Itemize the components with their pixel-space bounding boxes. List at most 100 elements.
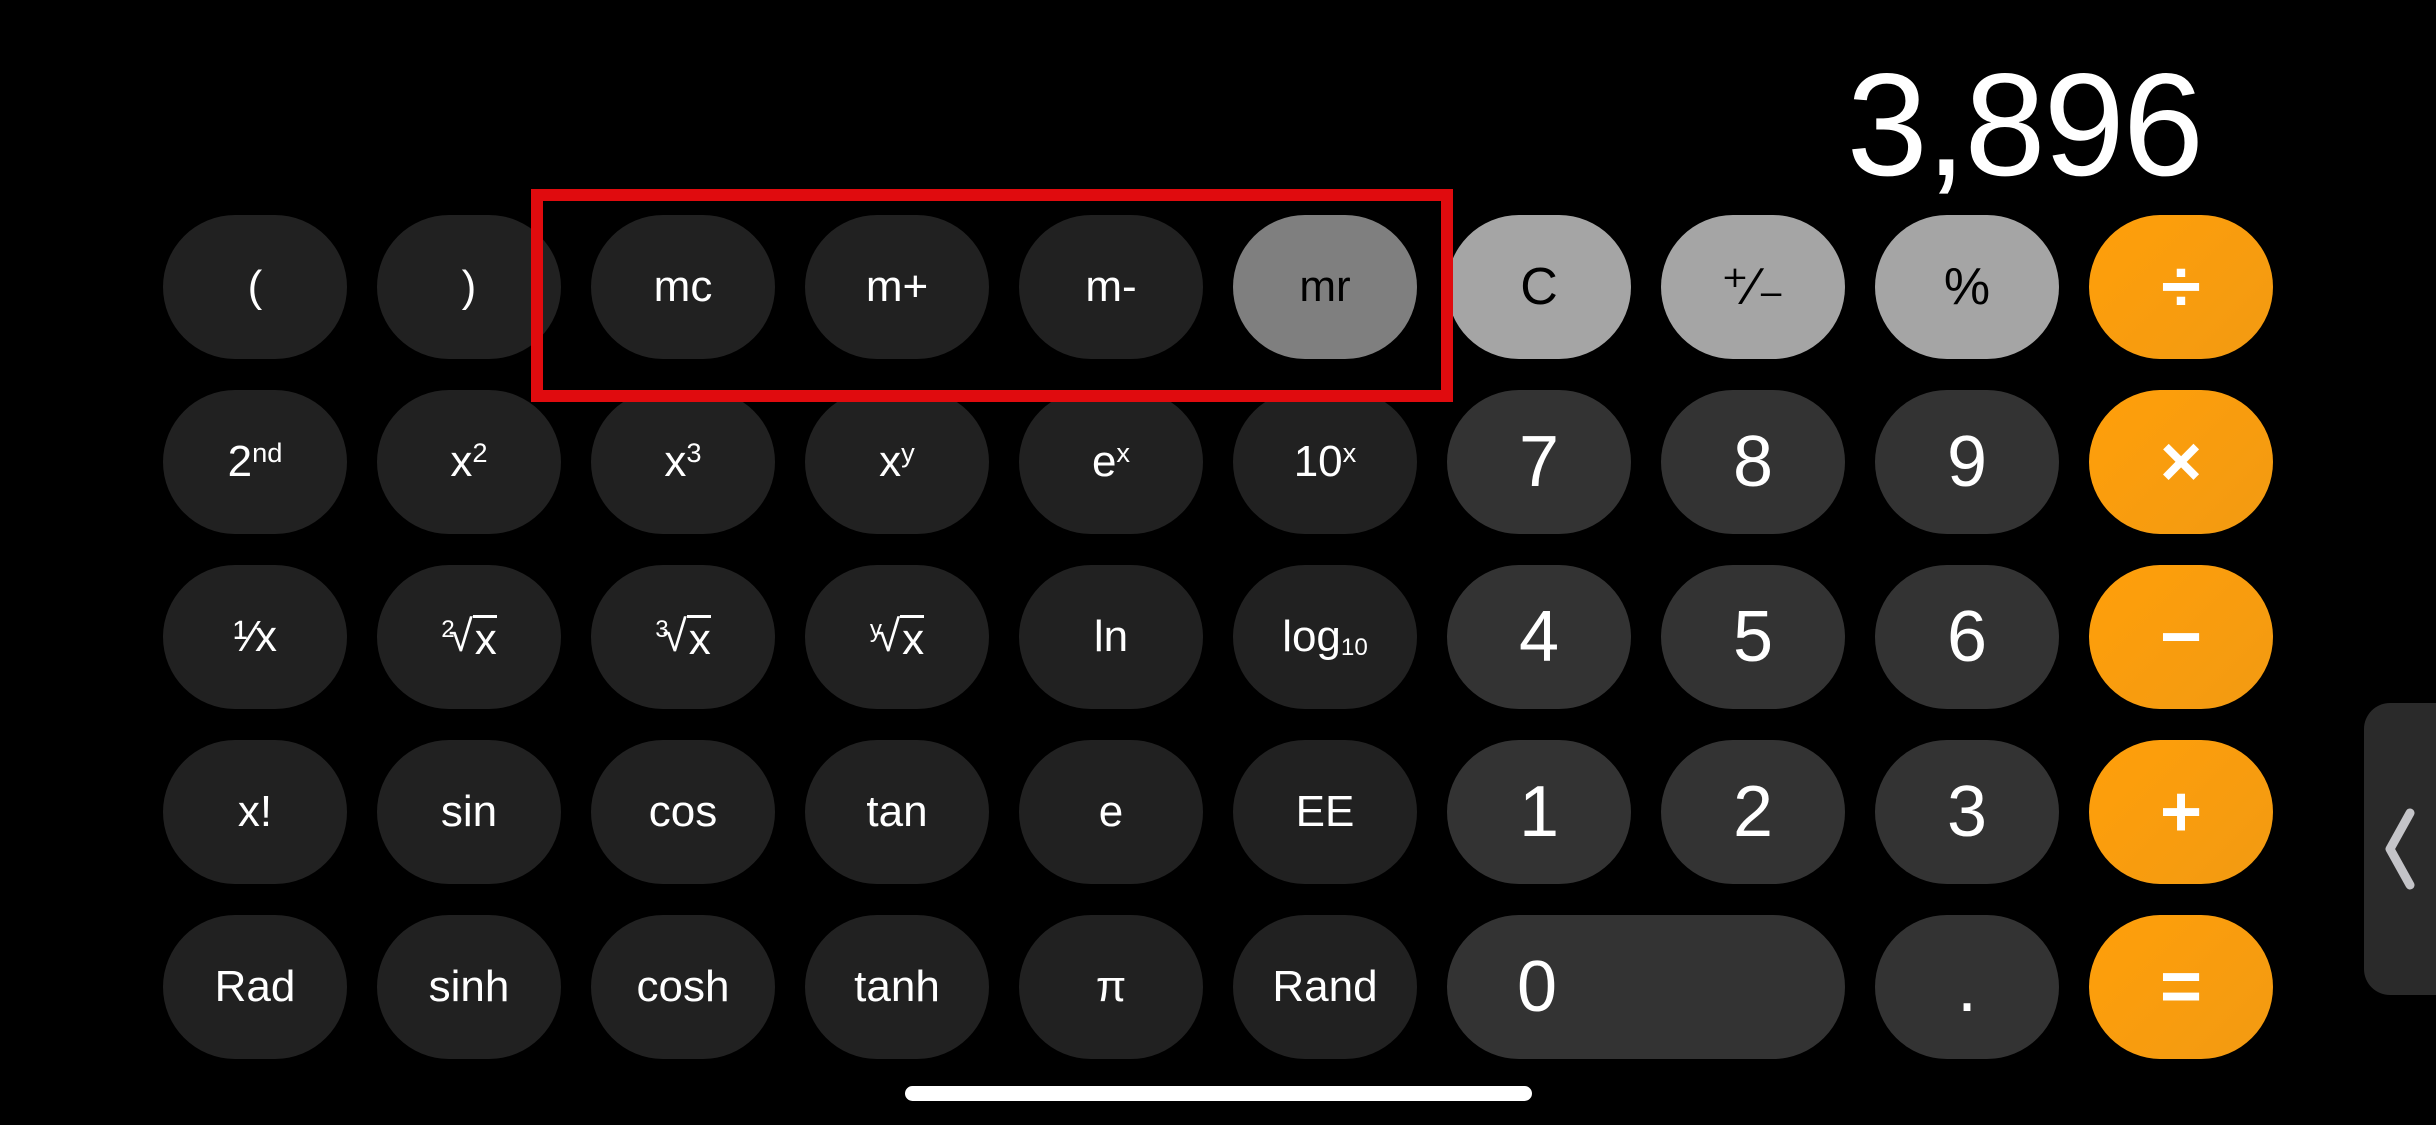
reciprocal-key[interactable]: ¹⁄x [163, 565, 347, 709]
decimal-label: . [1956, 947, 1977, 1027]
pi-key[interactable]: π [1019, 915, 1203, 1059]
tan-label: tan [866, 787, 928, 836]
close-paren-key[interactable]: ) [377, 215, 561, 359]
memory-clear-label: mc [653, 262, 713, 311]
memory-subtract-key[interactable]: m- [1019, 215, 1203, 359]
memory-recall-key[interactable]: mr [1233, 215, 1417, 359]
digit-5-label: 5 [1732, 597, 1774, 677]
sign-toggle-label: ⁺∕₋ [1721, 258, 1785, 316]
digit-3-label: 3 [1946, 772, 1988, 852]
percent-label: % [1943, 258, 1991, 316]
digit-5-key[interactable]: 5 [1661, 565, 1845, 709]
multiply-key[interactable]: × [2089, 390, 2273, 534]
tan-key[interactable]: tan [805, 740, 989, 884]
digit-6-label: 6 [1946, 597, 1988, 677]
sinh-label: sinh [428, 962, 510, 1011]
e-constant-key[interactable]: e [1019, 740, 1203, 884]
x-cubed-key[interactable]: x3 [591, 390, 775, 534]
cos-label: cos [648, 787, 718, 836]
second-function-key[interactable]: 2nd [163, 390, 347, 534]
add-key[interactable]: + [2089, 740, 2273, 884]
log10-base: log [1282, 612, 1341, 661]
square-root-key[interactable]: 2 √ x [377, 565, 561, 709]
memory-clear-key[interactable]: mc [591, 215, 775, 359]
rad-label: Rad [214, 962, 296, 1011]
reciprocal-label: ¹⁄x [233, 612, 277, 661]
y-root-key[interactable]: y √ x [805, 565, 989, 709]
digit-9-label: 9 [1946, 422, 1988, 502]
digit-0-label: 0 [1517, 947, 1558, 1027]
memory-recall-label: mr [1299, 262, 1351, 311]
digit-1-key[interactable]: 1 [1447, 740, 1631, 884]
sin-label: sin [440, 787, 498, 836]
multiply-icon: × [2159, 422, 2203, 502]
digit-2-key[interactable]: 2 [1661, 740, 1845, 884]
cosh-label: cosh [636, 962, 730, 1011]
memory-subtract-label: m- [1085, 262, 1137, 311]
divide-key[interactable]: ÷ [2089, 215, 2273, 359]
home-indicator[interactable] [905, 1086, 1532, 1101]
factorial-key[interactable]: x! [163, 740, 347, 884]
cube-root-key[interactable]: 3 √ x [591, 565, 775, 709]
digit-0-key[interactable]: 0 [1447, 915, 1845, 1059]
sin-key[interactable]: sin [377, 740, 561, 884]
digit-8-key[interactable]: 8 [1661, 390, 1845, 534]
tanh-key[interactable]: tanh [805, 915, 989, 1059]
second-base: 2 [227, 437, 253, 486]
sign-toggle-key[interactable]: ⁺∕₋ [1661, 215, 1845, 359]
x-squared-key[interactable]: x2 [377, 390, 561, 534]
digit-7-label: 7 [1518, 422, 1560, 502]
divide-icon: ÷ [2161, 247, 2201, 327]
x-pow-y-base: x [879, 437, 902, 486]
digit-4-label: 4 [1518, 597, 1560, 677]
cosh-key[interactable]: cosh [591, 915, 775, 1059]
digit-8-label: 8 [1732, 422, 1774, 502]
x-pow-y-key[interactable]: xy [805, 390, 989, 534]
digit-9-key[interactable]: 9 [1875, 390, 2059, 534]
open-paren-label: ( [247, 262, 263, 311]
ten-pow-x-base: 10 [1293, 437, 1343, 486]
rad-key[interactable]: Rad [163, 915, 347, 1059]
chevron-left-icon [2385, 808, 2415, 890]
sqrt-index: 2 [441, 615, 455, 643]
rand-key[interactable]: Rand [1233, 915, 1417, 1059]
digit-2-label: 2 [1732, 772, 1774, 852]
e-pow-x-base: e [1091, 437, 1117, 486]
tanh-label: tanh [854, 962, 940, 1011]
ln-label: ln [1093, 612, 1129, 661]
e-pow-x-key[interactable]: ex [1019, 390, 1203, 534]
ee-key[interactable]: EE [1233, 740, 1417, 884]
result-display: 3,896 [1846, 43, 2204, 206]
memory-add-label: m+ [865, 262, 929, 311]
subtract-key[interactable]: − [2089, 565, 2273, 709]
side-panel-handle[interactable] [2364, 703, 2436, 995]
close-paren-label: ) [461, 262, 477, 311]
minus-icon: − [2159, 597, 2203, 677]
clear-label: C [1520, 258, 1558, 316]
equals-key[interactable]: = [2089, 915, 2273, 1059]
percent-key[interactable]: % [1875, 215, 2059, 359]
x-squared-base: x [450, 437, 473, 486]
digit-6-key[interactable]: 6 [1875, 565, 2059, 709]
yroot-index: y [869, 615, 882, 643]
log10-key[interactable]: log 10 [1233, 565, 1417, 709]
sinh-key[interactable]: sinh [377, 915, 561, 1059]
equals-icon: = [2159, 947, 2203, 1027]
open-paren-key[interactable]: ( [163, 215, 347, 359]
memory-add-key[interactable]: m+ [805, 215, 989, 359]
digit-1-label: 1 [1518, 772, 1560, 852]
clear-key[interactable]: C [1447, 215, 1631, 359]
e-constant-label: e [1098, 787, 1124, 836]
cos-key[interactable]: cos [591, 740, 775, 884]
digit-4-key[interactable]: 4 [1447, 565, 1631, 709]
sqrt-arg: x [472, 615, 497, 664]
decimal-key[interactable]: . [1875, 915, 2059, 1059]
ten-pow-x-key[interactable]: 10 x [1233, 390, 1417, 534]
cbrt-index: 3 [655, 615, 669, 643]
ln-key[interactable]: ln [1019, 565, 1203, 709]
rand-label: Rand [1272, 962, 1378, 1011]
digit-3-key[interactable]: 3 [1875, 740, 2059, 884]
cbrt-arg: x [686, 615, 711, 664]
yroot-arg: x [900, 615, 925, 664]
digit-7-key[interactable]: 7 [1447, 390, 1631, 534]
